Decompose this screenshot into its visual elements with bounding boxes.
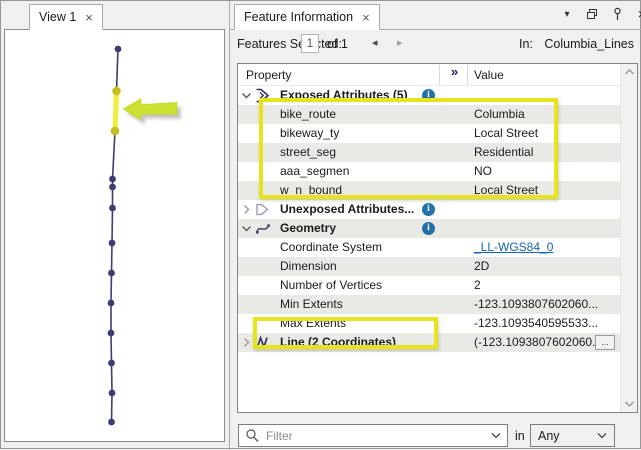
- property-name: Number of Vertices: [280, 276, 382, 295]
- chevron-down-icon[interactable]: [241, 223, 252, 234]
- filter-scope-value: Any: [538, 429, 560, 443]
- search-icon: [245, 428, 260, 443]
- close-icon[interactable]: ×: [85, 11, 93, 24]
- chevron-down-icon[interactable]: ▾: [559, 6, 575, 22]
- pin-icon[interactable]: [609, 6, 625, 22]
- filter-in-label: in: [515, 429, 525, 443]
- expand-columns-icon[interactable]: »: [441, 64, 467, 79]
- tab-feature-information[interactable]: Feature Information ×: [234, 4, 380, 30]
- selected-feature-index[interactable]: 1: [301, 34, 319, 53]
- group-label: Geometry: [280, 219, 336, 238]
- info-icon[interactable]: i: [422, 222, 435, 235]
- property-name: Coordinate System: [280, 238, 382, 257]
- table-row-coordinate-system[interactable]: Coordinate System _LL-WGS84_0: [238, 238, 620, 257]
- feature-info-tab-label: Feature Information: [244, 10, 353, 24]
- close-icon[interactable]: ×: [362, 11, 370, 24]
- next-feature-icon[interactable]: ▸: [397, 36, 403, 49]
- panel-window-controls: ▾ ×: [559, 6, 641, 22]
- property-value: 2D: [474, 257, 489, 276]
- feature-count-label: of 1: [327, 37, 348, 51]
- property-value: (-123.1093807602060...: [474, 333, 602, 352]
- map-canvas[interactable]: [5, 30, 224, 441]
- property-name: Min Extents: [280, 295, 343, 314]
- dataset-indicator: In: Columbia_Lines: [519, 37, 634, 51]
- scroll-up-icon[interactable]: [624, 68, 635, 76]
- table-row-dimension[interactable]: Dimension 2D: [238, 257, 620, 276]
- close-icon[interactable]: ×: [634, 6, 641, 22]
- info-icon[interactable]: i: [422, 203, 435, 216]
- filter-input[interactable]: [266, 429, 491, 443]
- highlight-rectangle-line: [253, 317, 438, 349]
- table-row-geometry[interactable]: Geometry i: [238, 219, 620, 238]
- property-value: -123.1093807602060...: [474, 295, 598, 314]
- chevron-down-icon: [597, 432, 607, 439]
- previous-feature-icon[interactable]: ◂: [372, 36, 378, 49]
- chevron-right-icon[interactable]: [241, 204, 252, 215]
- highlight-rectangle-attributes: [259, 98, 558, 199]
- table-row-unexposed-attributes[interactable]: Unexposed Attributes... i: [238, 200, 620, 219]
- table-row-min-extents[interactable]: Min Extents -123.1093807602060...: [238, 295, 620, 314]
- float-window-icon[interactable]: [584, 6, 600, 22]
- map-view[interactable]: [4, 29, 225, 442]
- unexposed-attributes-icon: [255, 202, 271, 217]
- table-row-number-of-vertices[interactable]: Number of Vertices 2: [238, 276, 620, 295]
- scroll-down-icon[interactable]: [624, 400, 635, 408]
- group-label: Unexposed Attributes...: [280, 200, 414, 219]
- filter-combobox[interactable]: [238, 424, 508, 447]
- tab-view-1[interactable]: View 1 ×: [29, 4, 103, 30]
- value-column-header[interactable]: Value: [474, 68, 504, 82]
- property-value: -123.1093540595533...: [474, 314, 598, 333]
- expand-value-button[interactable]: ...: [595, 335, 615, 350]
- filter-scope-dropdown[interactable]: Any: [530, 424, 615, 447]
- vertical-scrollbar[interactable]: [620, 64, 637, 412]
- view-tab-label: View 1: [39, 10, 76, 24]
- property-column-header[interactable]: Property: [246, 68, 291, 82]
- coordinate-system-link[interactable]: _LL-WGS84_0: [474, 238, 553, 257]
- panel-divider[interactable]: [229, 1, 230, 450]
- application-window: { "icons": { "close": "×", "dropdown": "…: [0, 0, 641, 449]
- chevron-right-icon[interactable]: [241, 337, 252, 348]
- property-name: Dimension: [280, 257, 337, 276]
- in-label: In:: [519, 37, 533, 51]
- chevron-down-icon[interactable]: [491, 432, 501, 439]
- property-value: 2: [474, 276, 481, 295]
- dataset-name: Columbia_Lines: [544, 37, 634, 51]
- chevron-down-icon[interactable]: [241, 90, 252, 101]
- geometry-icon: [255, 221, 271, 236]
- table-header: Property » Value: [238, 64, 620, 86]
